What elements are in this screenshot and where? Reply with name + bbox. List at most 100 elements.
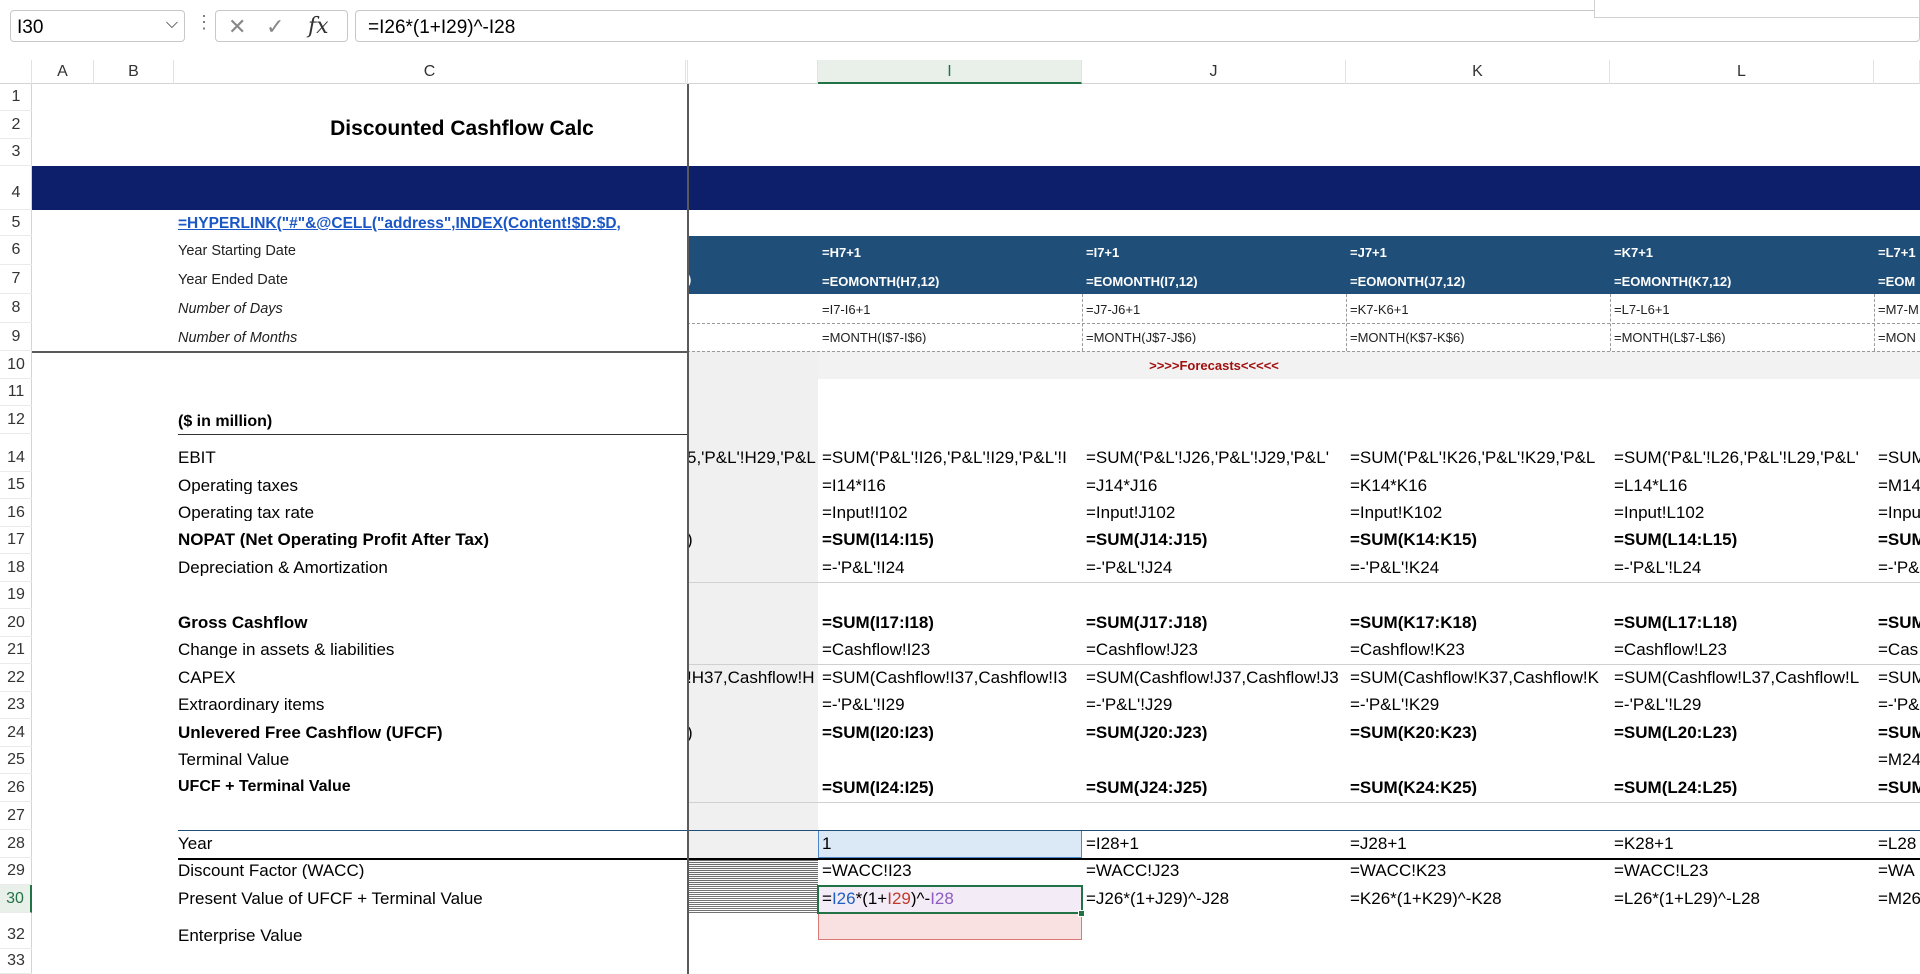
cell-j24[interactable]: =SUM(J20:J23) [1086,724,1346,741]
cell-k9[interactable]: =MONTH(K$7-K$6) [1350,331,1608,344]
row-header[interactable]: 12 [0,406,32,434]
row-header[interactable]: 21 [0,637,32,664]
cell-j29[interactable]: =WACC!J23 [1086,862,1346,879]
column-header-b[interactable]: B [94,60,174,84]
row-header[interactable]: 17 [0,527,32,554]
cell-m23[interactable]: =-'P& [1878,696,1920,713]
row-header[interactable]: 15 [0,472,32,499]
cell-k28[interactable]: =J28+1 [1350,835,1610,852]
cell-m15[interactable]: =M14 [1878,477,1920,494]
cell-k15[interactable]: =K14*K16 [1350,477,1610,494]
row-header[interactable]: 7 [0,265,32,294]
cell-k20[interactable]: =SUM(K17:K18) [1350,614,1610,631]
cell-i17[interactable]: =SUM(I14:I15) [822,531,1082,548]
cell-i22[interactable]: =SUM(Cashflow!I37,Cashflow!I3 [822,669,1082,686]
cell-j21[interactable]: =Cashflow!J23 [1086,641,1346,658]
cell-l8[interactable]: =L7-L6+1 [1614,303,1872,316]
column-header-k[interactable]: K [1346,60,1610,84]
row-header[interactable]: 3 [0,139,32,166]
cell-k23[interactable]: =-'P&L'!K29 [1350,696,1610,713]
cell-l23[interactable]: =-'P&L'!L29 [1614,696,1874,713]
cell-j20[interactable]: =SUM(J17:J18) [1086,614,1346,631]
cell-l26[interactable]: =SUM(L24:L25) [1614,779,1874,796]
cell-l21[interactable]: =Cashflow!L23 [1614,641,1874,658]
cell-k6[interactable]: =J7+1 [1350,246,1608,259]
cell-i29[interactable]: =WACC!I23 [822,862,1082,879]
cell-h24[interactable]: ) [687,724,816,741]
cell-m29[interactable]: =WA [1878,862,1920,879]
cell-m25[interactable]: =M24 [1878,751,1920,768]
cell-i15[interactable]: =I14*I16 [822,477,1082,494]
cell-k18[interactable]: =-'P&L'!K24 [1350,559,1610,576]
row-header[interactable]: 6 [0,236,32,265]
cell-m17[interactable]: =SUM [1878,531,1920,548]
row-header[interactable]: 5 [0,210,32,236]
cell-k30[interactable]: =K26*(1+K29)^-K28 [1350,890,1610,907]
cell-i8[interactable]: =I7-I6+1 [822,303,1080,316]
cell-i24[interactable]: =SUM(I20:I23) [822,724,1082,741]
row-header[interactable]: 20 [0,609,32,637]
cell-m22[interactable]: =SUM [1878,669,1920,686]
cell-k24[interactable]: =SUM(K20:K23) [1350,724,1610,741]
cell-i7[interactable]: =EOMONTH(H7,12) [822,275,1080,288]
cell-m6[interactable]: =L7+1 [1878,246,1920,259]
row-header[interactable]: 10 [0,351,32,379]
cell-k7[interactable]: =EOMONTH(J7,12) [1350,275,1608,288]
cell-j9[interactable]: =MONTH(J$7-J$6) [1086,331,1344,344]
row-header[interactable]: 24 [0,719,32,747]
check-icon[interactable]: ✓ [266,14,284,40]
cell-m16[interactable]: =Inpu [1878,504,1920,521]
row-header[interactable]: 4 [0,166,32,210]
column-header-a[interactable]: A [32,60,94,84]
row-header[interactable]: 18 [0,554,32,582]
cancel-icon[interactable]: ✕ [228,14,246,40]
cell-h7[interactable]: ) [687,273,816,286]
row-header[interactable]: 8 [0,294,32,323]
cell-m14[interactable]: =SUM [1878,449,1920,466]
row-header[interactable]: 14 [0,434,32,472]
cell-l28[interactable]: =K28+1 [1614,835,1874,852]
select-all-corner[interactable] [0,60,32,84]
row-header[interactable]: 33 [0,949,32,974]
row-header[interactable]: 9 [0,323,32,351]
column-header-i[interactable]: I [818,60,1082,84]
cell-j30[interactable]: =J26*(1+J29)^-J28 [1086,890,1346,907]
cell-k26[interactable]: =SUM(K24:K25) [1350,779,1610,796]
fill-handle[interactable] [1078,910,1085,917]
cell-k22[interactable]: =SUM(Cashflow!K37,Cashflow!K [1350,669,1610,686]
row-header[interactable]: 27 [0,802,32,830]
row-header[interactable]: 25 [0,747,32,774]
column-header-m[interactable] [1874,60,1920,84]
cell-l17[interactable]: =SUM(L14:L15) [1614,531,1874,548]
cell-j26[interactable]: =SUM(J24:J25) [1086,779,1346,796]
cell-m30[interactable]: =M26 [1878,890,1920,907]
cell-l18[interactable]: =-'P&L'!L24 [1614,559,1874,576]
cell-j22[interactable]: =SUM(Cashflow!J37,Cashflow!J3 [1086,669,1346,686]
cell-j28[interactable]: =I28+1 [1086,835,1346,852]
cell-i23[interactable]: =-'P&L'!I29 [822,696,1082,713]
cell-h14[interactable]: 5,'P&L'!H29,'P&L [687,449,816,466]
cell-j18[interactable]: =-'P&L'!J24 [1086,559,1346,576]
cell-m7[interactable]: =EOM [1878,275,1920,288]
cell-i18[interactable]: =-'P&L'!I24 [822,559,1082,576]
cell-m26[interactable]: =SUM [1878,779,1920,796]
cell-k14[interactable]: =SUM('P&L'!K26,'P&L'!K29,'P&L [1350,449,1610,466]
cell-j8[interactable]: =J7-J6+1 [1086,303,1344,316]
row-header-selected[interactable]: 30 [0,885,32,913]
cell-l22[interactable]: =SUM(Cashflow!L37,Cashflow!L [1614,669,1874,686]
cell-k16[interactable]: =Input!K102 [1350,504,1610,521]
cell-m9[interactable]: =MON [1878,331,1920,344]
cell-m20[interactable]: =SUM [1878,614,1920,631]
cell-m18[interactable]: =-'P& [1878,559,1920,576]
cell-l6[interactable]: =K7+1 [1614,246,1872,259]
content-hyperlink[interactable]: =HYPERLINK("#"&@CELL("address",INDEX(Con… [178,216,687,232]
chevron-down-icon[interactable]: ⌵ [166,15,178,33]
column-header-l[interactable]: L [1610,60,1874,84]
cell-l29[interactable]: =WACC!L23 [1614,862,1874,879]
cell-l7[interactable]: =EOMONTH(K7,12) [1614,275,1872,288]
row-header[interactable]: 11 [0,379,32,406]
row-header[interactable]: 16 [0,499,32,527]
cell-l16[interactable]: =Input!L102 [1614,504,1874,521]
row-header[interactable]: 23 [0,692,32,719]
cell-l30[interactable]: =L26*(1+L29)^-L28 [1614,890,1874,907]
